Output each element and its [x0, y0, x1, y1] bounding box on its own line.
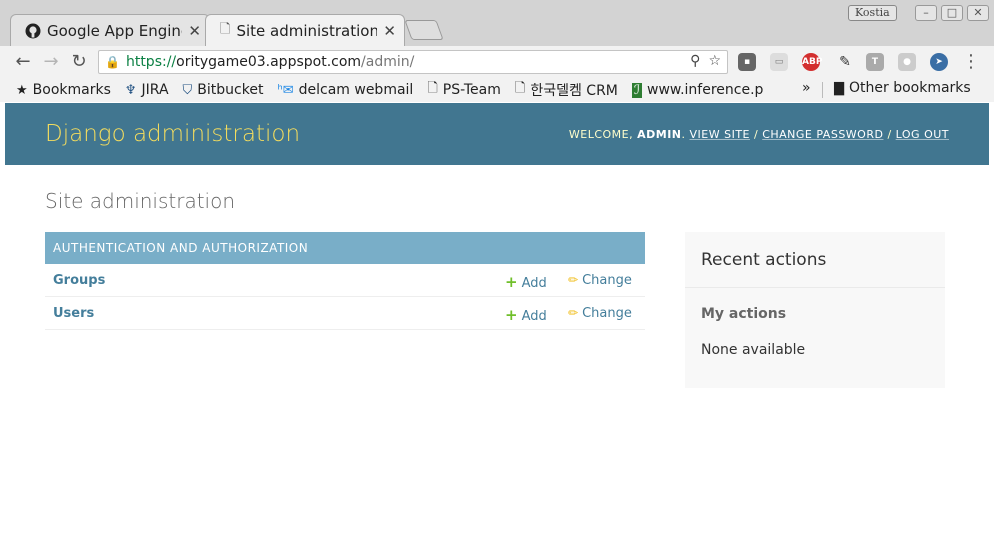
- folder-icon: ▇: [834, 80, 844, 96]
- bookmark-label: Bookmarks: [32, 82, 111, 98]
- plus-icon: +: [505, 306, 518, 324]
- plus-icon: +: [505, 273, 518, 291]
- url-scheme: https://: [125, 54, 177, 70]
- bookmark-label: delcam webmail: [298, 82, 414, 98]
- bookmark-jira[interactable]: ♆ JIRA: [125, 82, 169, 98]
- admin-header: Django administration WELCOME, ADMIN. VI…: [5, 103, 989, 165]
- user-tools: WELCOME, ADMIN. VIEW SITE / CHANGE PASSW…: [568, 128, 949, 141]
- cast-icon[interactable]: ▭: [770, 53, 788, 71]
- add-groups-link[interactable]: + Add: [505, 273, 547, 291]
- site-branding[interactable]: Django administration: [45, 121, 300, 147]
- bookmark-label: Other bookmarks: [849, 80, 971, 96]
- webmail-icon: ʰ✉: [277, 82, 294, 98]
- recent-actions-title: Recent actions: [701, 250, 827, 270]
- bookmark-delcam-webmail[interactable]: ʰ✉ delcam webmail: [277, 82, 413, 98]
- bookmark-bitbucket[interactable]: ⛉ Bitbucket: [183, 82, 264, 98]
- url-host: oritygame03.appspot.com: [176, 54, 362, 70]
- address-bar[interactable]: 🔒 https://oritygame03.appspot.com/admin/…: [98, 50, 728, 74]
- tab-strip: Google App Engine ✕ 🗋 Site administratio…: [0, 0, 994, 46]
- bookmark-label: www.inference.p: [647, 82, 764, 98]
- tab-title: Google App Engine: [47, 21, 183, 40]
- change-users-link[interactable]: ✏ Change: [568, 306, 632, 321]
- ghost-icon[interactable]: ●: [898, 53, 916, 71]
- forward-button[interactable]: →: [40, 50, 62, 74]
- view-site-link[interactable]: VIEW SITE: [690, 128, 751, 141]
- table-row: Users + Add ✏ Change: [45, 297, 645, 330]
- minimize-button[interactable]: –: [915, 5, 937, 21]
- close-window-button[interactable]: ✕: [967, 5, 989, 21]
- bookmark-inference[interactable]: ℐ www.inference.p: [631, 82, 764, 98]
- add-label: Add: [521, 276, 547, 291]
- menu-icon[interactable]: ⋮: [960, 50, 982, 74]
- table-row: Groups + Add ✏ Change: [45, 264, 645, 297]
- jira-icon: ♆: [124, 82, 137, 98]
- admin-page: Django administration WELCOME, ADMIN. VI…: [5, 103, 989, 556]
- bookmarks-bar: ★ Bookmarks ♆ JIRA ⛉ Bitbucket ʰ✉ delcam…: [0, 78, 994, 102]
- back-button[interactable]: ←: [12, 50, 34, 74]
- close-icon[interactable]: ✕: [383, 22, 396, 40]
- key-icon[interactable]: ⚲: [690, 53, 700, 69]
- module-caption[interactable]: AUTHENTICATION AND AUTHORIZATION: [45, 232, 645, 264]
- bookmark-label: JIRA: [141, 82, 169, 98]
- bookmark-other[interactable]: ▇ Other bookmarks: [834, 80, 971, 96]
- bookmark-bookmarks[interactable]: ★ Bookmarks: [16, 82, 111, 98]
- welcome-text: WELCOME,: [568, 128, 638, 141]
- bookmark-label: PS-Team: [442, 82, 501, 98]
- bookmark-star-icon[interactable]: ☆: [708, 53, 721, 69]
- maximize-button[interactable]: □: [941, 5, 963, 21]
- star-icon: ★: [16, 82, 28, 98]
- adblock-icon[interactable]: ABP: [802, 53, 822, 71]
- add-users-link[interactable]: + Add: [505, 306, 547, 324]
- eyedropper-icon[interactable]: ✎: [836, 53, 854, 71]
- change-label: Change: [582, 273, 632, 288]
- bookmark-label: 한국델켐 CRM: [530, 83, 618, 99]
- recent-actions-panel: Recent actions My actions None available: [685, 232, 945, 388]
- bitbucket-icon: ⛉: [182, 82, 193, 98]
- page-title: Site administration: [45, 189, 236, 213]
- change-groups-link[interactable]: ✏ Change: [568, 273, 632, 288]
- lock-icon: 🔒: [105, 55, 120, 69]
- page-icon: 🗋: [427, 81, 438, 96]
- groups-link[interactable]: Groups: [53, 273, 105, 288]
- bookmark-label: Bitbucket: [197, 82, 264, 98]
- url-path: /admin/: [361, 54, 415, 70]
- page-icon: 🗋: [220, 21, 231, 37]
- add-label: Add: [521, 309, 547, 324]
- tab-title: Site administration: [236, 21, 378, 40]
- tab-site-administration[interactable]: 🗋 Site administration ✕: [205, 14, 405, 46]
- new-tab-button[interactable]: [404, 20, 444, 40]
- tab-google-app-engine[interactable]: Google App Engine ✕: [10, 14, 210, 46]
- change-password-link[interactable]: CHANGE PASSWORD: [762, 128, 883, 141]
- log-out-link[interactable]: LOG OUT: [896, 128, 949, 141]
- my-actions-heading: My actions: [701, 306, 787, 322]
- reload-button[interactable]: ↻: [68, 50, 90, 74]
- change-label: Change: [582, 306, 632, 321]
- pencil-icon: ✏: [568, 306, 579, 320]
- auth-module: AUTHENTICATION AND AUTHORIZATION Groups …: [45, 232, 645, 330]
- profile-button[interactable]: Kostia: [848, 5, 897, 21]
- browser-toolbar: ← → ↻ 🔒 https://oritygame03.appspot.com /…: [0, 46, 994, 78]
- bookmark-ps-team[interactable]: 🗋 PS-Team: [427, 79, 501, 101]
- bookmark-crm[interactable]: 🗋 한국델켐 CRM: [515, 79, 618, 101]
- t-icon[interactable]: T: [866, 53, 884, 71]
- github-icon: [25, 23, 41, 38]
- send-icon[interactable]: ➤: [930, 53, 948, 71]
- divider: [822, 82, 823, 98]
- username: ADMIN: [637, 128, 682, 141]
- inference-icon: ℐ: [631, 82, 642, 98]
- no-actions-text: None available: [701, 342, 806, 358]
- pocket-icon[interactable]: ▪: [738, 53, 756, 71]
- divider: [685, 287, 945, 288]
- close-icon[interactable]: ✕: [188, 22, 201, 40]
- pencil-icon: ✏: [568, 273, 579, 287]
- bookmarks-overflow-button[interactable]: »: [802, 80, 811, 96]
- page-icon: 🗋: [514, 81, 526, 96]
- users-link[interactable]: Users: [53, 306, 94, 321]
